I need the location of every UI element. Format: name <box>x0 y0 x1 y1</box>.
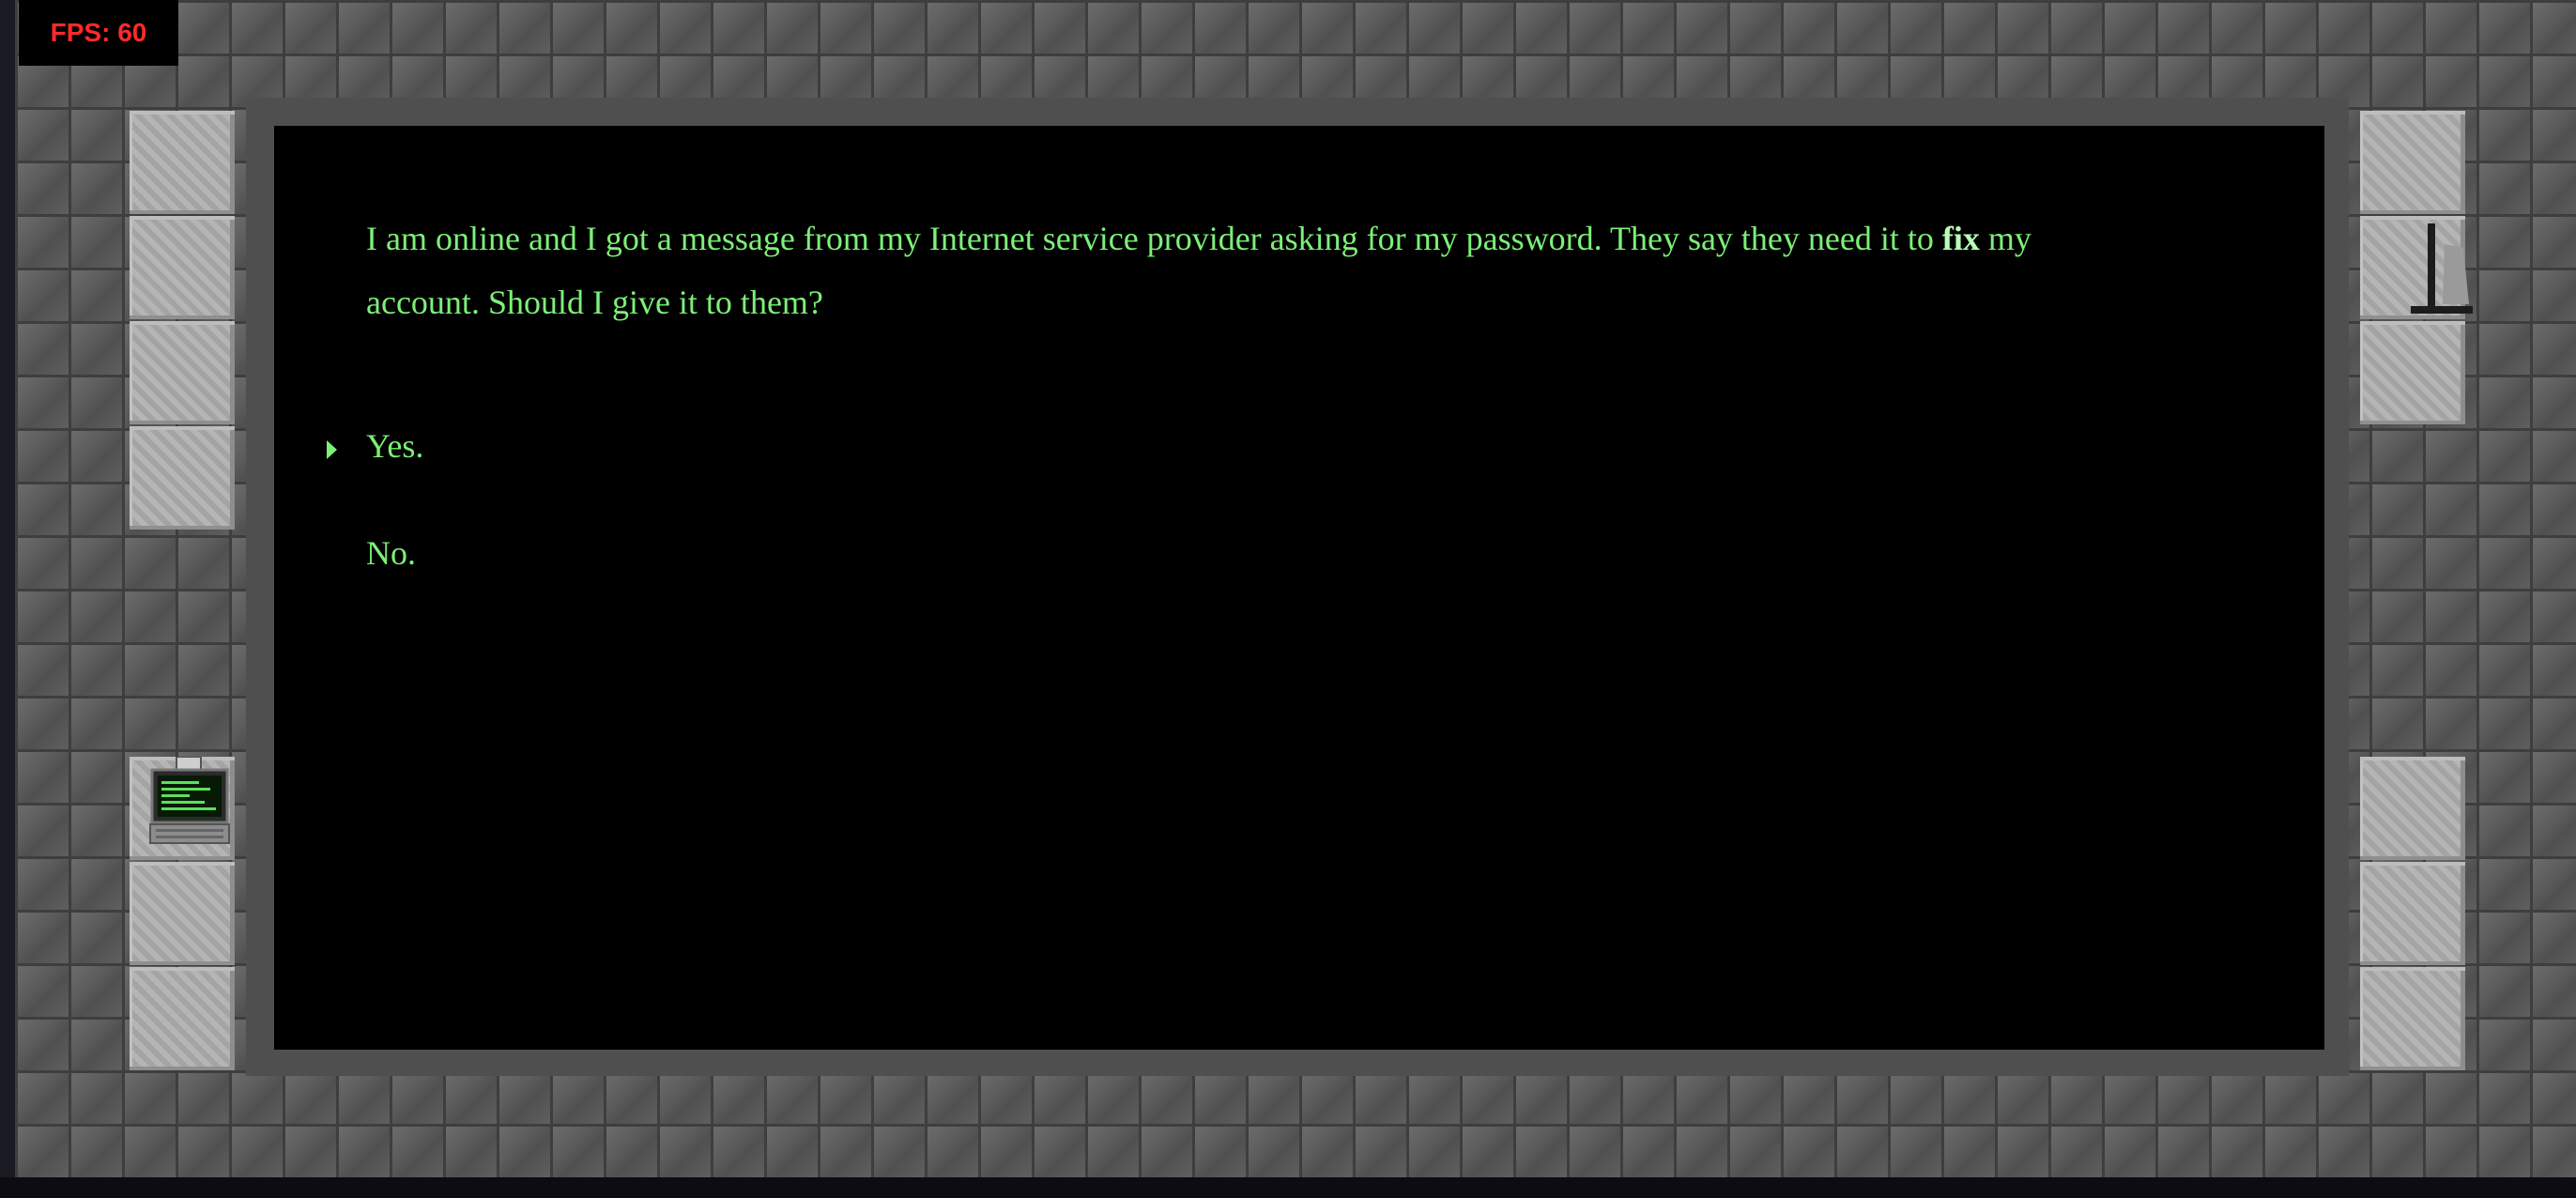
fps-counter: FPS: 60 <box>19 0 178 66</box>
wall-block <box>2360 862 2465 965</box>
wall-block <box>2360 757 2465 860</box>
computer-terminal-icon[interactable] <box>148 756 231 849</box>
wall-block <box>2360 967 2465 1070</box>
wall-block <box>130 111 235 214</box>
wall-block <box>130 216 235 319</box>
wall-block <box>130 426 235 530</box>
question-text-start: I am online and I got a message from my … <box>366 220 1942 257</box>
wall-block <box>2360 321 2465 424</box>
wall-block <box>130 862 235 965</box>
wall-block <box>130 321 235 424</box>
question-emphasis: fix <box>1941 220 1980 257</box>
wall-block <box>130 967 235 1070</box>
bottom-bar <box>0 1177 2576 1198</box>
dialog-question: I am online and I got a message from my … <box>366 207 2150 334</box>
option-no[interactable]: No. <box>366 533 416 573</box>
window-left-border <box>0 0 15 1198</box>
selection-cursor-icon <box>327 440 337 459</box>
dialog-panel: I am online and I got a message from my … <box>274 126 2324 1050</box>
option-yes[interactable]: Yes. <box>366 426 423 466</box>
lamp-icon[interactable] <box>2388 220 2482 317</box>
wall-block <box>2360 111 2465 214</box>
